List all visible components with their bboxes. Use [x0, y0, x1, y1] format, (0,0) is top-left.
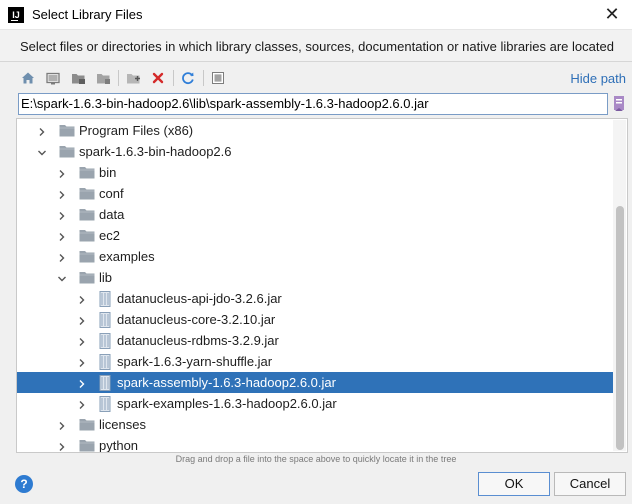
folder-icon — [79, 187, 95, 200]
dialog-description: Select files or directories in which lib… — [0, 30, 632, 62]
toolbar-separator — [203, 70, 204, 86]
file-tree[interactable]: Program Files (x86) spark-1.6.3-bin-hadoo… — [16, 118, 628, 453]
tree-row-folder[interactable]: examples — [17, 246, 613, 267]
tree-row-jar[interactable]: datanucleus-api-jdo-3.2.6.jar — [17, 288, 613, 309]
chevron-right-icon[interactable] — [57, 419, 67, 430]
tree-row-folder[interactable]: python — [17, 435, 613, 453]
tree-row-jar[interactable]: datanucleus-core-3.2.10.jar — [17, 309, 613, 330]
chevron-right-icon[interactable] — [77, 314, 87, 325]
title-bar: IJ Select Library Files ✕ — [0, 0, 632, 30]
chevron-right-icon[interactable] — [57, 251, 67, 262]
tree-row-label: data — [99, 207, 125, 222]
module-folder-icon[interactable] — [93, 68, 113, 88]
tree-row-folder[interactable]: spark-1.6.3-bin-hadoop2.6 — [17, 141, 613, 162]
tree-row-label: spark-1.6.3-yarn-shuffle.jar — [117, 354, 273, 369]
toolbar-separator — [173, 70, 174, 86]
chevron-right-icon[interactable] — [57, 440, 67, 451]
folder-icon — [59, 124, 75, 137]
jar-file-icon — [99, 375, 111, 391]
tree-row-label: ec2 — [99, 228, 120, 243]
tree-row-label: spark-examples-1.6.3-hadoop2.6.0.jar — [117, 396, 337, 411]
jar-file-icon — [99, 354, 111, 370]
tree-row-folder[interactable]: lib — [17, 267, 613, 288]
show-hidden-icon[interactable] — [208, 68, 228, 88]
refresh-icon[interactable] — [178, 68, 198, 88]
tree-row-folder[interactable]: licenses — [17, 414, 613, 435]
vertical-scrollbar[interactable] — [613, 120, 626, 451]
folder-icon — [59, 145, 75, 158]
chevron-right-icon[interactable] — [57, 209, 67, 220]
tree-row-jar[interactable]: spark-1.6.3-yarn-shuffle.jar — [17, 351, 613, 372]
tree-row-label: conf — [99, 186, 124, 201]
folder-icon — [79, 166, 95, 179]
project-folder-icon[interactable] — [68, 68, 88, 88]
chevron-right-icon[interactable] — [77, 377, 87, 388]
home-icon[interactable] — [18, 68, 38, 88]
jar-file-icon — [99, 333, 111, 349]
folder-icon — [79, 418, 95, 431]
tree-row-label: licenses — [99, 417, 146, 432]
folder-icon — [79, 250, 95, 263]
folder-icon — [79, 439, 95, 452]
drag-drop-hint: Drag and drop a file into the space abov… — [175, 454, 457, 464]
chevron-right-icon[interactable] — [77, 335, 87, 346]
chevron-right-icon[interactable] — [57, 167, 67, 178]
jar-file-icon — [99, 291, 111, 307]
ok-button[interactable]: OK — [478, 472, 550, 496]
tree-row-folder[interactable]: conf — [17, 183, 613, 204]
close-button[interactable]: ✕ — [592, 0, 632, 30]
jar-file-icon — [99, 312, 111, 328]
chevron-down-icon[interactable] — [37, 146, 47, 156]
new-folder-icon[interactable] — [123, 68, 143, 88]
chevron-right-icon[interactable] — [57, 188, 67, 199]
help-button[interactable]: ? — [15, 475, 33, 493]
folder-icon — [79, 208, 95, 221]
desktop-icon[interactable] — [43, 68, 63, 88]
jar-file-icon — [99, 396, 111, 412]
tree-row-label: lib — [99, 270, 113, 285]
tree-row-label: datanucleus-api-jdo-3.2.6.jar — [117, 291, 282, 306]
tree-row-label: spark-1.6.3-bin-hadoop2.6 — [79, 144, 232, 159]
path-input[interactable]: E:\spark-1.6.3-bin-hadoop2.6\lib\spark-a… — [18, 93, 608, 115]
tree-row-jar[interactable]: spark-examples-1.6.3-hadoop2.6.0.jar — [17, 393, 613, 414]
hide-path-link[interactable]: Hide path — [570, 71, 626, 86]
scrollbar-thumb[interactable] — [616, 206, 624, 450]
tree-row-jar[interactable]: datanucleus-rdbms-3.2.9.jar — [17, 330, 613, 351]
tree-row-folder[interactable]: data — [17, 204, 613, 225]
window-title: Select Library Files — [32, 7, 143, 22]
tree-row-label: datanucleus-rdbms-3.2.9.jar — [117, 333, 279, 348]
tree-row-folder[interactable]: Program Files (x86) — [17, 120, 613, 141]
tree-row-folder[interactable]: bin — [17, 162, 613, 183]
chevron-right-icon[interactable] — [77, 356, 87, 367]
folder-icon — [79, 271, 95, 284]
tree-row-jar[interactable]: spark-assembly-1.6.3-hadoop2.6.0.jar — [17, 372, 613, 393]
file-chooser-toolbar — [18, 68, 233, 88]
intellij-app-icon: IJ — [8, 7, 24, 23]
folder-icon — [79, 229, 95, 242]
path-history-icon[interactable] — [611, 95, 627, 113]
chevron-down-icon[interactable] — [57, 272, 67, 282]
tree-row-label: spark-assembly-1.6.3-hadoop2.6.0.jar — [117, 375, 336, 390]
chevron-right-icon[interactable] — [57, 230, 67, 241]
tree-row-label: Program Files (x86) — [79, 123, 194, 138]
tree-row-label: datanucleus-core-3.2.10.jar — [117, 312, 276, 327]
tree-row-label: python — [99, 438, 139, 453]
tree-row-folder[interactable]: ec2 — [17, 225, 613, 246]
delete-icon[interactable] — [148, 68, 168, 88]
cancel-button[interactable]: Cancel — [554, 472, 626, 496]
chevron-right-icon[interactable] — [77, 398, 87, 409]
chevron-right-icon[interactable] — [77, 293, 87, 304]
chevron-right-icon[interactable] — [37, 125, 47, 136]
tree-row-label: bin — [99, 165, 117, 180]
toolbar-separator — [118, 70, 119, 86]
tree-row-label: examples — [99, 249, 155, 264]
